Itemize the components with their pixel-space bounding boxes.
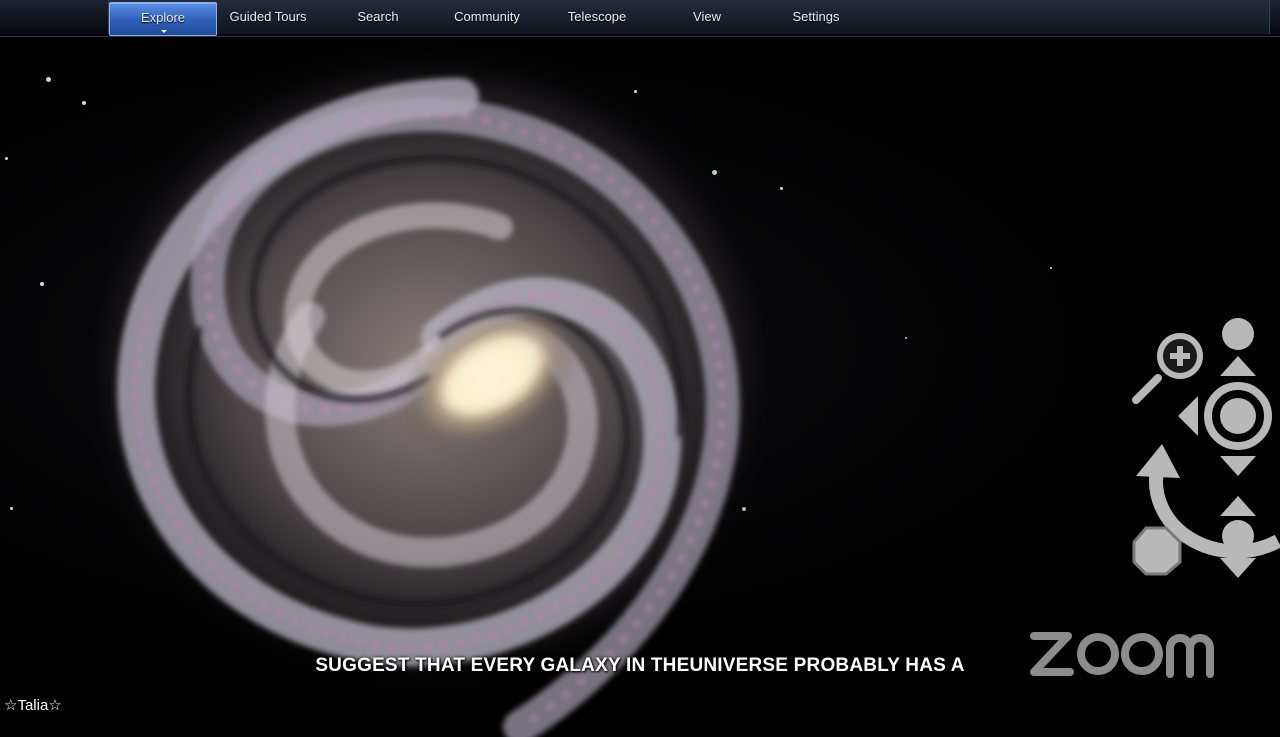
star — [780, 187, 783, 190]
pan-down-icon[interactable] — [1220, 456, 1256, 476]
star — [10, 507, 13, 510]
spiral-galaxy-image — [70, 37, 780, 737]
star — [905, 337, 907, 339]
zoom-in-icon[interactable] — [1132, 333, 1203, 404]
pan-left-icon[interactable] — [1178, 396, 1198, 436]
sky-view[interactable] — [0, 37, 1280, 737]
menu-bar: Explore Guided Tours Search Community Te… — [0, 0, 1280, 37]
tab-guided-tours[interactable]: Guided Tours — [215, 2, 321, 34]
tilt-up-icon[interactable] — [1220, 496, 1256, 516]
subtitle-caption: SUGGEST THAT EVERY GALAXY IN THEUNIVERSE… — [315, 655, 965, 676]
tab-community[interactable]: Community — [434, 2, 540, 34]
star — [5, 157, 8, 160]
tab-explore[interactable]: Explore — [109, 2, 217, 36]
pan-center-icon[interactable] — [1204, 382, 1272, 450]
tab-search[interactable]: Search — [325, 2, 431, 34]
tilt-up-icon[interactable] — [1222, 318, 1254, 350]
tilt-handle-icon[interactable] — [1222, 520, 1254, 552]
tilt-down-icon[interactable] — [1220, 558, 1256, 578]
navigation-control — [1132, 318, 1280, 578]
tab-telescope[interactable]: Telescope — [544, 2, 650, 34]
stop-icon[interactable] — [1132, 526, 1182, 576]
tab-settings[interactable]: Settings — [763, 2, 869, 34]
participant-name: ☆Talia☆ — [4, 697, 62, 714]
tab-view[interactable]: View — [654, 2, 760, 34]
star — [1050, 267, 1052, 269]
pan-up-icon[interactable] — [1220, 356, 1256, 376]
